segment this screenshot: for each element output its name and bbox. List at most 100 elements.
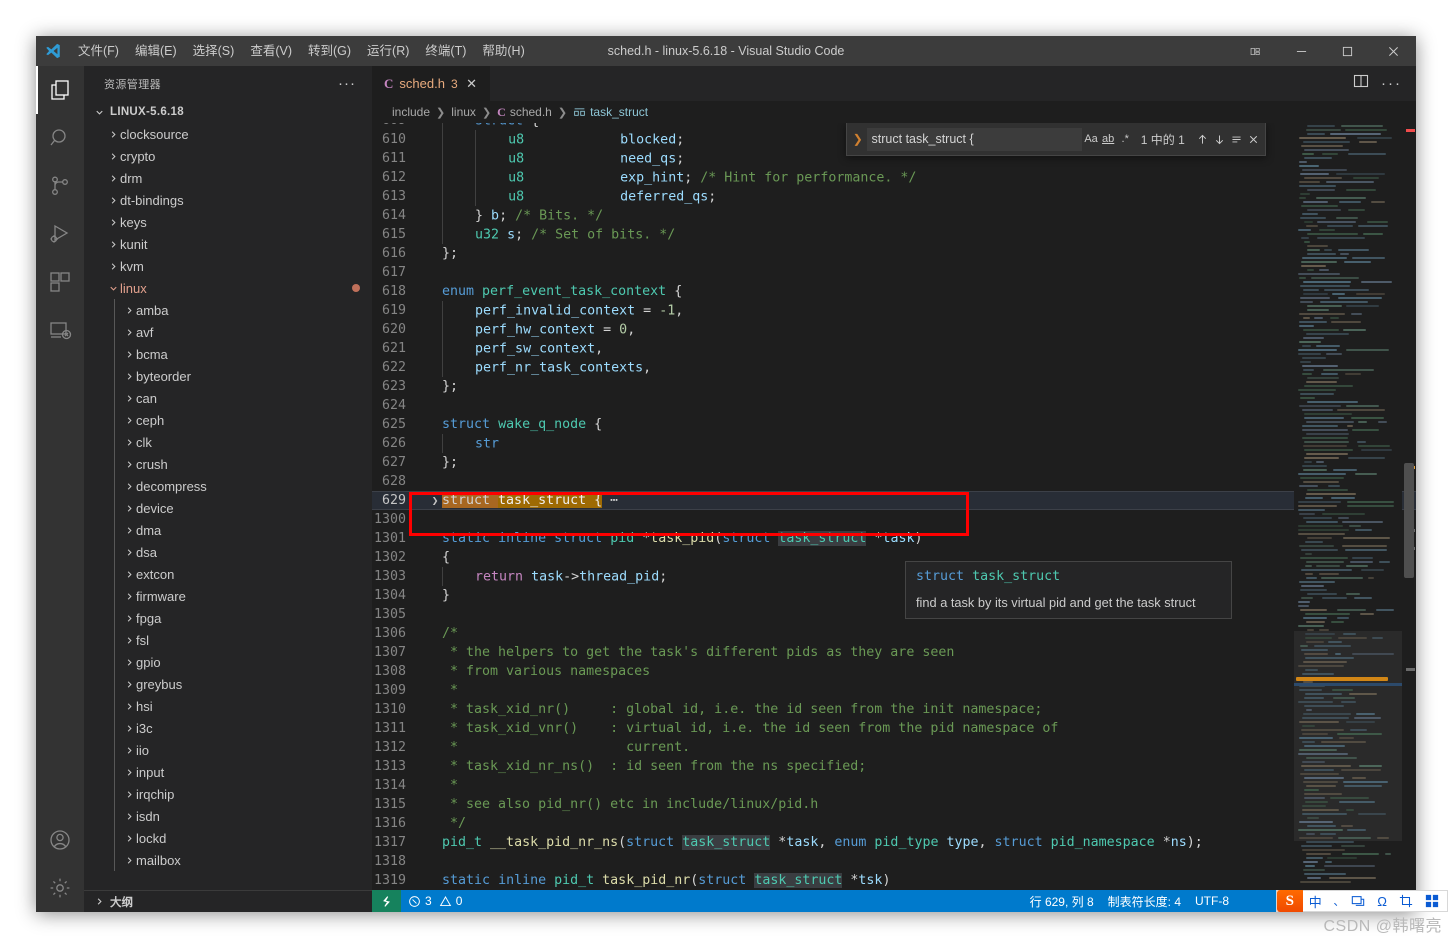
file-tree-row[interactable]: avf <box>84 321 372 343</box>
file-tree-rows[interactable]: clocksource crypto drm dt-bindings keys kunit… <box>84 123 372 871</box>
code-line[interactable]: 628 <box>372 472 1416 491</box>
menu-bar[interactable]: 文件(F) 编辑(E) 选择(S) 查看(V) 转到(G) 运行(R) 终端(T… <box>70 36 533 66</box>
sidebar-item-explorer[interactable] <box>36 66 84 114</box>
file-tree-row[interactable]: decompress <box>84 475 372 497</box>
code-line[interactable]: 1300 <box>372 510 1416 529</box>
breadcrumb-task-struct[interactable]: task_struct <box>590 105 648 119</box>
split-editor-icon[interactable] <box>1353 73 1369 94</box>
code-line[interactable]: 619 perf_invalid_context = -1, <box>372 300 1416 320</box>
find-in-selection-icon[interactable] <box>1229 129 1244 149</box>
toggle-layout-icon[interactable] <box>1232 36 1278 66</box>
editor-scrollbar[interactable] <box>1402 123 1416 890</box>
file-tree-row[interactable]: crush <box>84 453 372 475</box>
ime-punctuation-mode[interactable]: ､ <box>1328 893 1346 909</box>
sidebar-item-search[interactable] <box>36 114 84 162</box>
code-line-current[interactable]: 629 ❯ struct task_struct { ⋯ <box>372 491 1416 510</box>
file-tree-row[interactable]: lockd <box>84 827 372 849</box>
file-tree-row[interactable]: fsl <box>84 629 372 651</box>
file-tree-row[interactable]: ceph <box>84 409 372 431</box>
regex-icon[interactable]: .* <box>1118 129 1133 149</box>
file-tree-row[interactable]: isdn <box>84 805 372 827</box>
code-line[interactable]: 1310 * task_xid_nr() : global id, i.e. t… <box>372 700 1416 719</box>
ime-menu-icon[interactable] <box>1419 894 1445 908</box>
code-line[interactable]: 1317 pid_t __task_pid_nr_ns(struct task_s… <box>372 833 1416 852</box>
scrollbar-thumb[interactable] <box>1404 463 1414 578</box>
sidebar-item-run-debug[interactable] <box>36 210 84 258</box>
find-widget[interactable]: ❯ struct task_struct { Aa ab .* 1 中的 1 <box>846 123 1266 156</box>
menu-view[interactable]: 查看(V) <box>242 36 300 66</box>
menu-help[interactable]: 帮助(H) <box>474 36 532 66</box>
code-line[interactable]: 618 enum perf_event_task_context { <box>372 282 1416 301</box>
code-line[interactable]: 1302{ <box>372 548 1416 567</box>
close-button[interactable] <box>1370 36 1416 66</box>
maximize-button[interactable] <box>1324 36 1370 66</box>
file-tree-row[interactable]: kvm <box>84 255 372 277</box>
code-line[interactable]: 1312 * current. <box>372 738 1416 757</box>
code-line[interactable]: 1315 * see also pid_nr() etc in include/… <box>372 795 1416 814</box>
code-line[interactable]: 1307 * the helpers to get the task's dif… <box>372 643 1416 662</box>
code-line[interactable]: 1318 <box>372 852 1416 871</box>
file-tree-row[interactable]: i3c <box>84 717 372 739</box>
menu-run[interactable]: 运行(R) <box>359 36 417 66</box>
outline-section-header[interactable]: 大纲 <box>84 890 372 912</box>
accounts-icon[interactable] <box>36 816 84 864</box>
tab-sched-h[interactable]: C sched.h 3 ✕ <box>372 66 491 101</box>
breadcrumb-include[interactable]: include <box>392 105 430 119</box>
code-editor[interactable]: 609 struct {610 u8 blocked;611 u8 need_q… <box>372 123 1416 890</box>
workspace-root-row[interactable]: LINUX-5.6.18 <box>84 101 372 123</box>
code-line[interactable]: 1311 * task_xid_vnr() : virtual id, i.e.… <box>372 719 1416 738</box>
file-tree-row[interactable]: kunit <box>84 233 372 255</box>
code-line[interactable]: 1303 return task->thread_pid; <box>372 566 1416 586</box>
code-line[interactable]: 1314 * <box>372 776 1416 795</box>
menu-selection[interactable]: 选择(S) <box>185 36 243 66</box>
find-previous-icon[interactable] <box>1195 129 1210 149</box>
fold-chevron-icon[interactable]: ❯ <box>428 491 442 510</box>
file-tree-row[interactable]: clocksource <box>84 123 372 145</box>
code-line[interactable]: 616}; <box>372 244 1416 263</box>
code-line[interactable]: 613 u8 deferred_qs; <box>372 186 1416 206</box>
sidebar-item-remote-explorer[interactable] <box>36 306 84 354</box>
file-tree-row[interactable]: crypto <box>84 145 372 167</box>
file-tree-row[interactable]: clk <box>84 431 372 453</box>
code-line[interactable]: 1316 */ <box>372 814 1416 833</box>
minimap[interactable] <box>1294 123 1402 890</box>
breadcrumb-linux[interactable]: linux <box>451 105 476 119</box>
file-tree-row[interactable]: extcon <box>84 563 372 585</box>
code-line[interactable]: 617 <box>372 263 1416 282</box>
code-line[interactable]: 612 u8 exp_hint; /* Hint for performance… <box>372 167 1416 187</box>
file-tree-row[interactable]: iio <box>84 739 372 761</box>
code-line[interactable]: 615 u32 s; /* Set of bits. */ <box>372 224 1416 244</box>
menu-go[interactable]: 转到(G) <box>300 36 359 66</box>
code-line[interactable]: 627}; <box>372 453 1416 472</box>
code-line[interactable]: 1301 static inline struct pid *task_pid(s… <box>372 529 1416 548</box>
code-line[interactable]: 1306 /* <box>372 624 1416 643</box>
whole-word-icon[interactable]: ab <box>1101 129 1116 149</box>
toggle-replace-icon[interactable]: ❯ <box>851 132 865 146</box>
sidebar-more-actions-icon[interactable]: ··· <box>338 75 364 92</box>
breadcrumb-sched-h[interactable]: sched.h <box>510 105 552 119</box>
file-tree-row[interactable]: device <box>84 497 372 519</box>
match-case-icon[interactable]: Aa <box>1084 129 1099 149</box>
file-tree[interactable]: LINUX-5.6.18 clocksource crypto drm dt-bind… <box>84 101 372 890</box>
code-line[interactable]: 622 perf_nr_task_contexts, <box>372 357 1416 377</box>
file-tree-row[interactable]: linux <box>84 277 372 299</box>
code-line[interactable]: 624 <box>372 396 1416 415</box>
file-tree-row[interactable]: amba <box>84 299 372 321</box>
file-tree-row[interactable]: firmware <box>84 585 372 607</box>
find-next-icon[interactable] <box>1212 129 1227 149</box>
code-line[interactable]: 625 struct wake_q_node { <box>372 415 1416 434</box>
code-line[interactable]: 1308 * from various namespaces <box>372 662 1416 681</box>
encoding[interactable]: UTF-8 <box>1188 890 1236 912</box>
menu-file[interactable]: 文件(F) <box>70 36 127 66</box>
editor-more-actions-icon[interactable]: ··· <box>1381 76 1402 91</box>
file-tree-row[interactable]: drm <box>84 167 372 189</box>
code-line[interactable]: 623}; <box>372 377 1416 396</box>
gear-icon[interactable] <box>36 864 84 912</box>
file-tree-row[interactable]: can <box>84 387 372 409</box>
sogou-ime-logo-icon[interactable]: S <box>1276 890 1303 912</box>
file-tree-row[interactable]: hsi <box>84 695 372 717</box>
menu-terminal[interactable]: 终端(T) <box>417 36 474 66</box>
file-tree-row[interactable]: gpio <box>84 651 372 673</box>
code-line[interactable]: 1305 <box>372 605 1416 624</box>
file-tree-row[interactable]: fpga <box>84 607 372 629</box>
